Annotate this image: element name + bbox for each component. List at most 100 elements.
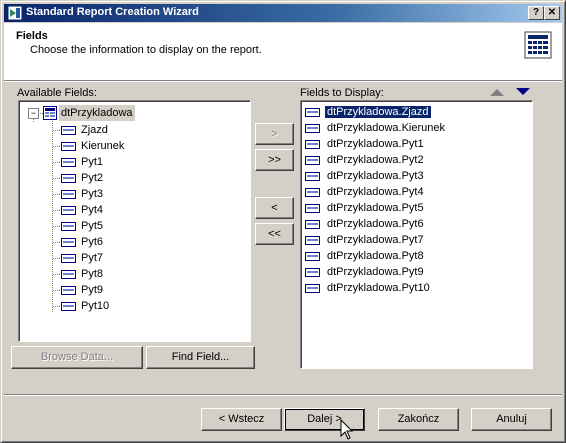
wizard-window: Standard Report Creation Wizard ? ✕ Fiel… bbox=[0, 0, 566, 443]
display-field-item[interactable]: dtPrzykladowa.Pyt10 bbox=[305, 280, 432, 296]
table-icon bbox=[43, 106, 57, 120]
browse-data-button[interactable]: Browse Data... bbox=[11, 346, 143, 369]
tree-field-item[interactable]: Pyt8 bbox=[61, 266, 103, 282]
tree-field-item[interactable]: Pyt7 bbox=[61, 250, 103, 266]
field-icon bbox=[61, 173, 76, 183]
tree-line bbox=[53, 242, 60, 243]
window-title: Standard Report Creation Wizard bbox=[26, 6, 199, 18]
field-icon bbox=[61, 189, 76, 199]
display-field-item[interactable]: dtPrzykladowa.Pyt8 bbox=[305, 248, 426, 264]
tree-field-item[interactable]: Pyt6 bbox=[61, 234, 103, 250]
tree-line bbox=[53, 194, 60, 195]
cancel-button[interactable]: Anuluj bbox=[471, 408, 552, 431]
tree-line bbox=[53, 146, 60, 147]
display-field-item[interactable]: dtPrzykladowa.Pyt4 bbox=[305, 184, 426, 200]
field-icon bbox=[61, 253, 76, 263]
page-subtitle: Choose the information to display on the… bbox=[30, 44, 262, 56]
display-field-item[interactable]: dtPrzykladowa.Kierunek bbox=[305, 120, 447, 136]
remove-all-fields-button[interactable]: << bbox=[255, 223, 294, 245]
field-icon bbox=[305, 219, 320, 229]
tree-field-item[interactable]: Pyt2 bbox=[61, 170, 103, 186]
display-field-item[interactable]: dtPrzykladowa.Pyt6 bbox=[305, 216, 426, 232]
field-icon bbox=[305, 251, 320, 261]
field-icon bbox=[61, 301, 76, 311]
tree-line bbox=[53, 162, 60, 163]
tree-field-label: Pyt2 bbox=[81, 172, 104, 184]
finish-button[interactable]: Zakończ bbox=[378, 408, 459, 431]
remove-field-button[interactable]: < bbox=[255, 197, 294, 219]
available-fields-tree[interactable]: − dtPrzykladowa Zjazd Kierunek Pyt1 Pyt2 Pyt… bbox=[18, 100, 251, 342]
field-icon bbox=[61, 157, 76, 167]
field-icon bbox=[61, 221, 76, 231]
move-down-icon[interactable] bbox=[515, 87, 531, 97]
tree-line bbox=[53, 130, 60, 131]
field-icon bbox=[61, 125, 76, 135]
display-field-label: dtPrzykladowa.Pyt7 bbox=[327, 234, 424, 246]
mouse-cursor-icon bbox=[340, 419, 354, 440]
tree-line bbox=[53, 258, 60, 259]
available-fields-label: Available Fields: bbox=[17, 87, 97, 99]
display-field-label: dtPrzykladowa.Pyt5 bbox=[327, 202, 424, 214]
tree-field-item[interactable]: Zjazd bbox=[61, 122, 108, 138]
field-icon bbox=[305, 107, 320, 117]
display-field-item[interactable]: dtPrzykladowa.Pyt9 bbox=[305, 264, 426, 280]
display-field-label: dtPrzykladowa.Pyt9 bbox=[327, 266, 424, 278]
field-icon bbox=[61, 205, 76, 215]
tree-field-item[interactable]: Pyt1 bbox=[61, 154, 103, 170]
tree-field-label: Pyt5 bbox=[81, 220, 104, 232]
page-title: Fields bbox=[16, 30, 48, 42]
tree-root-label[interactable]: dtPrzykladowa bbox=[59, 105, 135, 121]
field-icon bbox=[305, 171, 320, 181]
back-button[interactable]: < Wstecz bbox=[201, 408, 282, 431]
field-icon bbox=[61, 237, 76, 247]
tree-field-label: Pyt3 bbox=[81, 188, 104, 200]
report-table-icon bbox=[524, 31, 552, 59]
tree-line bbox=[52, 121, 53, 312]
header-divider bbox=[4, 81, 562, 82]
tree-field-item[interactable]: Pyt9 bbox=[61, 282, 103, 298]
tree-field-label: Pyt10 bbox=[81, 300, 110, 312]
display-field-item[interactable]: dtPrzykladowa.Pyt2 bbox=[305, 152, 426, 168]
title-bar[interactable]: Standard Report Creation Wizard ? ✕ bbox=[4, 4, 562, 22]
move-up-icon[interactable] bbox=[489, 87, 505, 97]
tree-field-item[interactable]: Pyt5 bbox=[61, 218, 103, 234]
tree-field-item[interactable]: Pyt3 bbox=[61, 186, 103, 202]
tree-line bbox=[53, 178, 60, 179]
tree-field-label: Pyt7 bbox=[81, 252, 104, 264]
add-field-button[interactable]: > bbox=[255, 123, 294, 145]
fields-to-display-label: Fields to Display: bbox=[300, 87, 384, 99]
tree-line bbox=[53, 226, 60, 227]
tree-field-item[interactable]: Pyt4 bbox=[61, 202, 103, 218]
display-field-item[interactable]: dtPrzykladowa.Pyt5 bbox=[305, 200, 426, 216]
field-icon bbox=[305, 155, 320, 165]
display-field-item[interactable]: dtPrzykladowa.Pyt3 bbox=[305, 168, 426, 184]
display-field-item[interactable]: dtPrzykladowa.Pyt7 bbox=[305, 232, 426, 248]
tree-field-item[interactable]: Pyt10 bbox=[61, 298, 109, 314]
tree-field-label: Pyt8 bbox=[81, 268, 104, 280]
close-button[interactable]: ✕ bbox=[544, 6, 560, 20]
display-field-label: dtPrzykladowa.Pyt2 bbox=[327, 154, 424, 166]
tree-field-label: Pyt1 bbox=[81, 156, 104, 168]
display-field-label: dtPrzykladowa.Pyt1 bbox=[327, 138, 424, 150]
tree-field-label: Kierunek bbox=[81, 140, 125, 152]
display-field-label: dtPrzykladowa.Pyt3 bbox=[327, 170, 424, 182]
field-icon bbox=[305, 235, 320, 245]
field-icon bbox=[305, 187, 320, 197]
tree-line bbox=[53, 306, 60, 307]
tree-line bbox=[53, 274, 60, 275]
tree-line bbox=[53, 210, 60, 211]
help-button[interactable]: ? bbox=[528, 6, 544, 20]
display-field-label: dtPrzykladowa.Pyt4 bbox=[327, 186, 424, 198]
tree-field-item[interactable]: Kierunek bbox=[61, 138, 124, 154]
fields-to-display-list[interactable]: dtPrzykladowa.Zjazd dtPrzykladowa.Kierune… bbox=[300, 100, 533, 369]
find-field-button[interactable]: Find Field... bbox=[146, 346, 255, 369]
tree-line bbox=[53, 290, 60, 291]
display-field-item[interactable]: dtPrzykladowa.Zjazd bbox=[305, 104, 431, 120]
display-field-item[interactable]: dtPrzykladowa.Pyt1 bbox=[305, 136, 426, 152]
app-icon bbox=[7, 5, 23, 21]
field-icon bbox=[61, 269, 76, 279]
tree-field-label: Zjazd bbox=[81, 124, 108, 136]
field-icon bbox=[305, 283, 320, 293]
display-field-label: dtPrzykladowa.Pyt8 bbox=[327, 250, 424, 262]
add-all-fields-button[interactable]: >> bbox=[255, 149, 294, 171]
